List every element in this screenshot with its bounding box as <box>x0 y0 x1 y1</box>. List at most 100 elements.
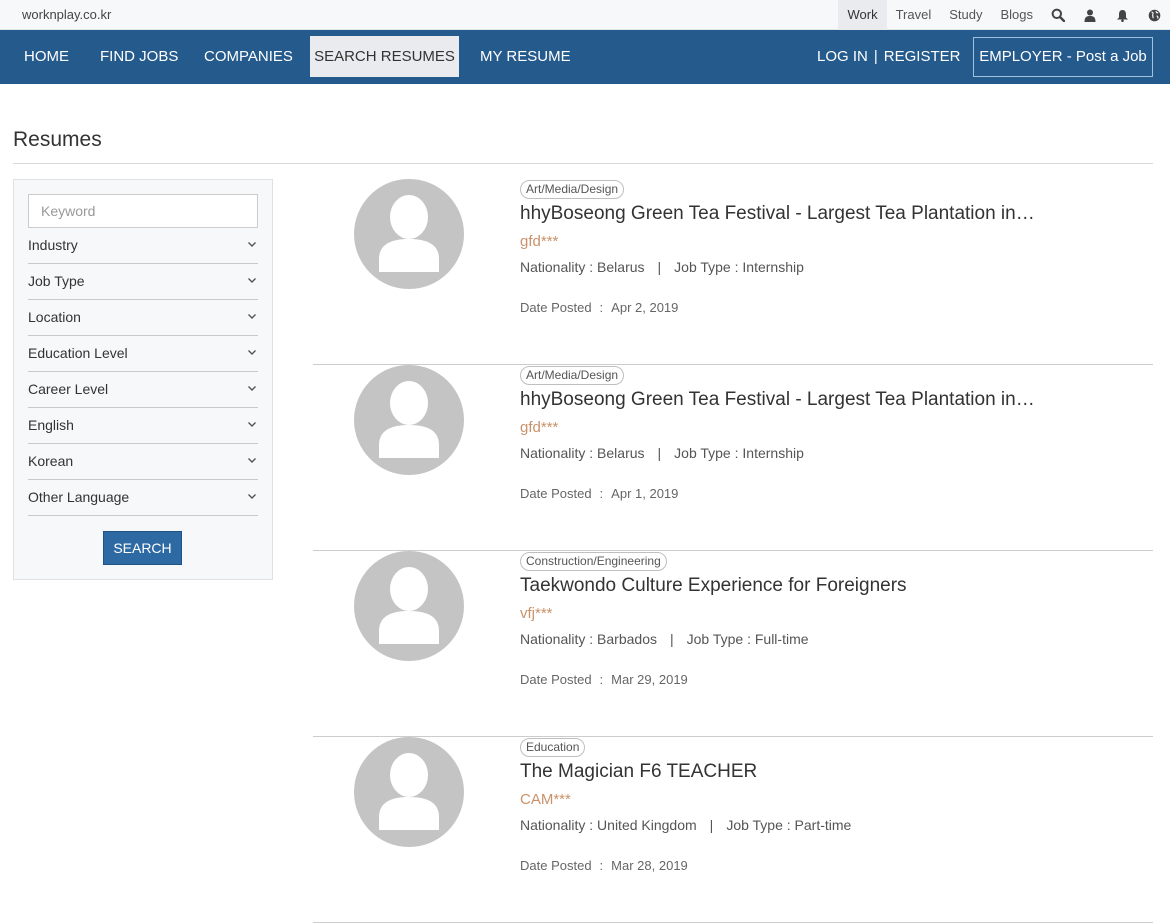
resume-title[interactable]: The Magician F6 TEACHER <box>520 761 757 783</box>
auth-separator: | <box>873 48 878 65</box>
chevron-down-icon <box>248 314 256 319</box>
page-title: Resumes <box>13 128 102 151</box>
meta-separator: | <box>657 445 662 461</box>
date-separator: : <box>599 300 604 315</box>
nationality-value: United Kingdom <box>597 817 697 833</box>
top-link-travel[interactable]: Travel <box>887 0 941 30</box>
date-posted-label: Date Posted <box>520 300 592 315</box>
filter-education-level[interactable]: Education Level <box>28 336 258 372</box>
filter-korean[interactable]: Korean <box>28 444 258 480</box>
resume-entry[interactable]: Art/Media/Design hhyBoseong Green Tea Fes… <box>313 179 1153 365</box>
filter-location[interactable]: Location <box>28 300 258 336</box>
date-posted: Date Posted: Mar 29, 2019 <box>520 672 688 687</box>
nav-search-resumes[interactable]: SEARCH RESUMES <box>310 36 459 77</box>
title-divider <box>13 163 1153 164</box>
chevron-down-icon <box>248 350 256 355</box>
category-badge[interactable]: Art/Media/Design <box>520 180 625 199</box>
filter-industry[interactable]: Industry <box>28 228 258 264</box>
chevron-down-icon <box>248 242 256 247</box>
resume-meta: Nationality : Belarus | Job Type : Interns… <box>520 445 804 461</box>
nav-my-resume[interactable]: MY RESUME <box>468 36 583 77</box>
date-posted-value: Apr 2, 2019 <box>611 300 679 315</box>
category-badge[interactable]: Construction/Engineering <box>520 552 667 571</box>
nav-companies[interactable]: COMPANIES <box>192 36 305 77</box>
resume-entry[interactable]: Art/Media/Design hhyBoseong Green Tea Fes… <box>313 365 1153 551</box>
avatar-placeholder-icon[interactable] <box>354 551 464 661</box>
resume-title[interactable]: hhyBoseong Green Tea Festival - Largest … <box>520 389 1035 411</box>
filter-label: Korean <box>28 453 74 469</box>
top-links: Work Travel Study Blogs <box>838 0 1170 30</box>
top-link-work[interactable]: Work <box>838 0 887 30</box>
date-posted-value: Mar 28, 2019 <box>611 858 688 873</box>
site-domain[interactable]: worknplay.co.kr <box>22 7 111 22</box>
nationality-label: Nationality : <box>520 817 594 833</box>
category-badge[interactable]: Art/Media/Design <box>520 366 625 385</box>
filter-label: Education Level <box>28 345 128 361</box>
nav-find-jobs[interactable]: FIND JOBS <box>88 36 190 77</box>
date-posted-label: Date Posted <box>520 486 592 501</box>
employer-post-job-button[interactable]: EMPLOYER - Post a Job <box>973 37 1153 77</box>
globe-icon[interactable] <box>1138 0 1170 30</box>
resume-entry[interactable]: Education The Magician F6 TEACHER CAM*** Na… <box>313 737 1153 923</box>
job-type-label: Job Type : <box>674 445 739 461</box>
keyword-input[interactable] <box>28 194 258 228</box>
nationality-label: Nationality : <box>520 259 594 275</box>
chevron-down-icon <box>248 494 256 499</box>
meta-separator: | <box>669 631 674 647</box>
date-posted-value: Apr 1, 2019 <box>611 486 679 501</box>
avatar-placeholder-icon[interactable] <box>354 365 464 475</box>
job-type-value: Part-time <box>794 817 852 833</box>
category-badge[interactable]: Education <box>520 738 586 757</box>
top-utility-bar: worknplay.co.kr Work Travel Study Blogs <box>0 0 1170 30</box>
job-type-value: Internship <box>742 259 804 275</box>
filter-career-level[interactable]: Career Level <box>28 372 258 408</box>
applicant-name: CAM*** <box>520 791 571 808</box>
top-link-study[interactable]: Study <box>940 0 991 30</box>
job-type-label: Job Type : <box>686 631 751 647</box>
nationality-value: Belarus <box>597 259 645 275</box>
user-icon[interactable] <box>1074 0 1106 30</box>
nationality-value: Barbados <box>597 631 657 647</box>
meta-separator: | <box>709 817 714 833</box>
filter-label: Location <box>28 309 81 325</box>
avatar-placeholder-icon[interactable] <box>354 737 464 847</box>
top-link-blogs[interactable]: Blogs <box>991 0 1042 30</box>
resume-title[interactable]: hhyBoseong Green Tea Festival - Largest … <box>520 203 1035 225</box>
filter-label: English <box>28 417 74 433</box>
date-posted-label: Date Posted <box>520 672 592 687</box>
resume-title[interactable]: Taekwondo Culture Experience for Foreign… <box>520 575 907 597</box>
filter-sidebar: Industry Job Type Location Education Level C… <box>13 179 273 580</box>
auth-links: LOG IN | REGISTER <box>817 36 960 77</box>
date-posted: Date Posted: Mar 28, 2019 <box>520 858 688 873</box>
register-link[interactable]: REGISTER <box>884 48 961 65</box>
nationality-label: Nationality : <box>520 445 594 461</box>
resume-meta: Nationality : United Kingdom | Job Type : … <box>520 817 851 833</box>
applicant-name: vfj*** <box>520 605 553 622</box>
avatar-placeholder-icon[interactable] <box>354 179 464 289</box>
nav-home[interactable]: HOME <box>12 36 81 77</box>
main-nav: HOME FIND JOBS COMPANIES SEARCH RESUMES … <box>0 30 1170 84</box>
filter-label: Job Type <box>28 273 85 289</box>
login-link[interactable]: LOG IN <box>817 48 868 65</box>
bell-icon[interactable] <box>1106 0 1138 30</box>
filter-english[interactable]: English <box>28 408 258 444</box>
job-type-label: Job Type : <box>726 817 791 833</box>
date-separator: : <box>599 858 604 873</box>
date-separator: : <box>599 672 604 687</box>
date-separator: : <box>599 486 604 501</box>
nationality-value: Belarus <box>597 445 645 461</box>
job-type-value: Internship <box>742 445 804 461</box>
search-icon[interactable] <box>1042 0 1074 30</box>
filter-other-language[interactable]: Other Language <box>28 480 258 516</box>
search-button[interactable]: SEARCH <box>103 531 182 565</box>
chevron-down-icon <box>248 422 256 427</box>
filter-label: Other Language <box>28 489 130 505</box>
date-posted-value: Mar 29, 2019 <box>611 672 688 687</box>
resume-entry[interactable]: Construction/Engineering Taekwondo Cultur… <box>313 551 1153 737</box>
date-posted: Date Posted: Apr 2, 2019 <box>520 300 678 315</box>
job-type-label: Job Type : <box>674 259 739 275</box>
nationality-label: Nationality : <box>520 631 594 647</box>
resume-meta: Nationality : Belarus | Job Type : Interns… <box>520 259 804 275</box>
filter-label: Industry <box>28 237 78 253</box>
filter-job-type[interactable]: Job Type <box>28 264 258 300</box>
